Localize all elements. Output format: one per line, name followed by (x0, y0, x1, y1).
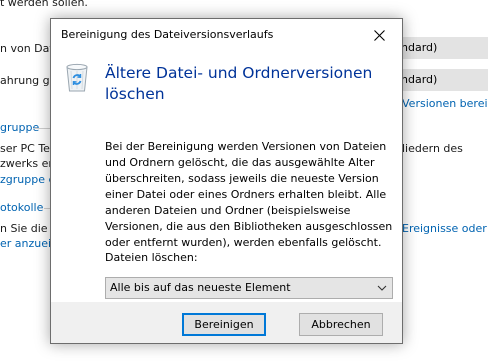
delete-files-selected-value: Alle bis auf das neueste Element (110, 281, 291, 294)
cancel-button[interactable]: Abbrechen (299, 313, 383, 336)
cleanup-button[interactable]: Bereinigen (182, 313, 266, 336)
dialog-footer: Bereinigen Abbrechen (51, 302, 402, 343)
divider (33, 128, 51, 129)
bg-text: zwerks en (0, 157, 56, 170)
bg-section-heading: otokolle (0, 201, 44, 214)
dialog-titlebar: Bereinigung des Dateiversionsverlaufs (51, 19, 402, 51)
bg-text: liedern des (402, 142, 463, 155)
dialog-description: Bei der Bereinigung werden Versionen von… (105, 140, 393, 249)
close-icon (374, 29, 385, 41)
bg-text: ahrung ge (0, 74, 57, 87)
bg-combo-2[interactable]: ndard) (396, 69, 488, 91)
bg-combo-1[interactable]: ndard) (396, 37, 488, 59)
bg-text: t werden sollen. (0, 0, 88, 9)
delete-files-label: Dateien löschen: (105, 251, 198, 264)
dialog-content: Ältere Datei- und Ordnerversionen lösche… (51, 51, 402, 302)
bg-link[interactable]: Versionen berei (402, 97, 488, 110)
delete-files-select[interactable]: Alle bis auf das neueste Element (105, 277, 393, 299)
bg-text: n Sie die (0, 222, 48, 235)
recycle-bin-icon (66, 63, 88, 92)
dialog-heading: Ältere Datei- und Ordnerversionen lösche… (105, 64, 373, 103)
bg-link[interactable]: zgruppe e (0, 173, 55, 186)
chevron-down-icon (377, 285, 387, 291)
cleanup-dialog: Bereinigung des Dateiversionsverlaufs Äl… (50, 18, 403, 344)
close-button[interactable] (357, 19, 402, 51)
dialog-title: Bereinigung des Dateiversionsverlaufs (61, 28, 274, 41)
bg-text: ser PC Teil (0, 142, 57, 155)
bg-link[interactable]: Ereignisse oder (402, 222, 487, 235)
bg-text: n von Dat (0, 42, 54, 55)
bg-link[interactable]: er anzuei (0, 237, 51, 250)
